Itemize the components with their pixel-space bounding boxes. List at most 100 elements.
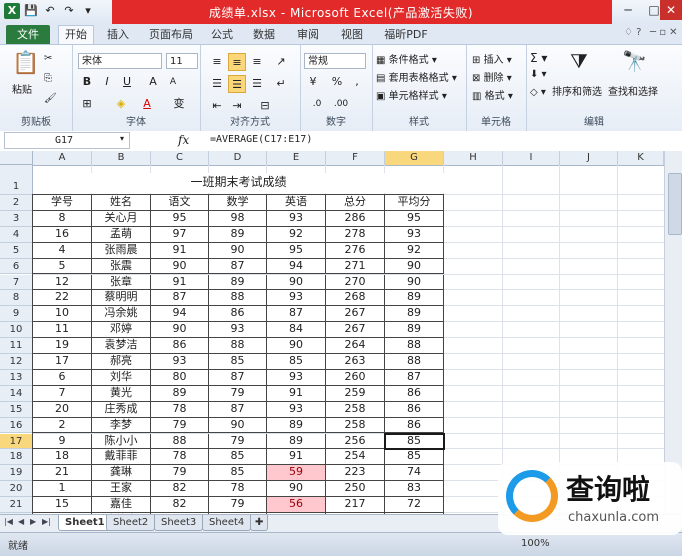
- tab-file[interactable]: 文件: [6, 25, 50, 44]
- column-header[interactable]: K: [618, 151, 664, 165]
- table-cell[interactable]: 85: [209, 354, 267, 370]
- table-cell[interactable]: 78: [209, 481, 267, 498]
- sheet-tab-4[interactable]: Sheet4: [202, 515, 252, 531]
- decrease-decimal-icon[interactable]: .00: [332, 95, 350, 113]
- header-cell[interactable]: 平均分: [385, 195, 444, 211]
- table-cell[interactable]: 88: [385, 354, 444, 370]
- tab-review[interactable]: 审阅: [290, 26, 326, 44]
- number-format-combo[interactable]: 常规: [304, 53, 366, 69]
- table-cell[interactable]: 271: [326, 258, 385, 275]
- table-cell[interactable]: 82: [151, 497, 209, 513]
- table-cell[interactable]: 90: [209, 417, 267, 434]
- table-cell[interactable]: 10: [33, 306, 92, 323]
- table-cell[interactable]: 264: [326, 338, 385, 354]
- table-cell[interactable]: 15: [33, 497, 92, 513]
- table-cell[interactable]: 89: [385, 322, 444, 339]
- clear-icon[interactable]: ◇ ▾: [530, 87, 546, 98]
- row-header[interactable]: 15: [0, 401, 33, 418]
- table-cell[interactable]: 98: [209, 210, 267, 227]
- table-cell[interactable]: 冯余姚: [92, 306, 151, 323]
- table-cell[interactable]: 93: [267, 401, 326, 418]
- table-cell[interactable]: 6: [33, 369, 92, 386]
- table-cell[interactable]: 张章: [92, 274, 151, 291]
- column-header[interactable]: D: [209, 151, 267, 165]
- table-cell[interactable]: 93: [267, 210, 326, 227]
- table-cell[interactable]: 86: [385, 417, 444, 434]
- table-cell[interactable]: 87: [385, 369, 444, 386]
- table-cell[interactable]: 86: [209, 306, 267, 323]
- name-box-dropdown-icon[interactable]: ▾: [120, 134, 124, 143]
- header-cell[interactable]: 总分: [326, 195, 385, 211]
- table-cell[interactable]: 78: [151, 401, 209, 418]
- tab-page-layout[interactable]: 页面布局: [143, 26, 199, 44]
- table-cell[interactable]: 88: [209, 338, 267, 354]
- table-cell[interactable]: 89: [151, 385, 209, 402]
- row-header[interactable]: 6: [0, 258, 33, 275]
- table-cell[interactable]: 陈小小: [92, 433, 151, 450]
- table-cell[interactable]: 92: [385, 242, 444, 259]
- table-cell[interactable]: 87: [209, 401, 267, 418]
- table-cell[interactable]: 95: [385, 210, 444, 227]
- table-cell[interactable]: 90: [267, 338, 326, 354]
- row-header[interactable]: 18: [0, 449, 33, 466]
- table-cell[interactable]: 286: [326, 210, 385, 227]
- fill-color-icon[interactable]: ◈: [112, 95, 130, 113]
- table-cell[interactable]: 223: [326, 465, 385, 482]
- table-cell[interactable]: 89: [209, 274, 267, 291]
- table-cell[interactable]: 蔡明明: [92, 290, 151, 307]
- table-cell[interactable]: 89: [267, 433, 326, 450]
- table-cell[interactable]: 8: [33, 210, 92, 227]
- column-header[interactable]: I: [503, 151, 560, 165]
- paste-button[interactable]: 粘贴: [12, 81, 32, 96]
- table-cell[interactable]: 庄秀成: [92, 401, 151, 418]
- bold-button[interactable]: B: [78, 73, 96, 91]
- row-header[interactable]: 19: [0, 465, 33, 482]
- table-cell[interactable]: 72: [385, 497, 444, 513]
- select-all-corner[interactable]: [0, 151, 33, 165]
- table-cell[interactable]: 91: [151, 274, 209, 291]
- table-cell[interactable]: 94: [151, 306, 209, 323]
- tab-insert[interactable]: 插入: [100, 26, 136, 44]
- paste-icon[interactable]: 📋: [12, 51, 39, 76]
- row-header[interactable]: 21: [0, 497, 33, 513]
- table-cell[interactable]: 90: [209, 242, 267, 259]
- underline-button[interactable]: U: [118, 73, 136, 91]
- currency-icon[interactable]: ¥: [304, 73, 322, 91]
- copy-icon[interactable]: ⎘: [44, 73, 52, 84]
- table-cell[interactable]: 关心月: [92, 210, 151, 227]
- table-cell[interactable]: 79: [209, 385, 267, 402]
- orientation-icon[interactable]: ↗: [272, 53, 290, 71]
- zoom-level[interactable]: 100%: [521, 538, 550, 549]
- table-cell[interactable]: 91: [267, 449, 326, 466]
- cut-icon[interactable]: ✂: [44, 53, 52, 64]
- tab-foxit-pdf[interactable]: 福昕PDF: [378, 26, 434, 44]
- row-header[interactable]: 2: [0, 195, 33, 211]
- table-cell[interactable]: 87: [151, 290, 209, 307]
- table-cell[interactable]: 刘华: [92, 369, 151, 386]
- align-bottom-icon[interactable]: ≡: [248, 53, 266, 71]
- help-icon[interactable]: ♢ ?: [624, 27, 641, 38]
- table-cell[interactable]: 86: [385, 401, 444, 418]
- row-header[interactable]: 16: [0, 417, 33, 434]
- row-header[interactable]: 14: [0, 385, 33, 402]
- tab-view[interactable]: 视图: [334, 26, 370, 44]
- table-cell[interactable]: 95: [151, 210, 209, 227]
- table-cell[interactable]: 91: [151, 242, 209, 259]
- insert-sheet-icon[interactable]: ✚: [250, 515, 269, 531]
- row-header[interactable]: 1: [0, 165, 33, 195]
- column-header[interactable]: G: [385, 151, 444, 165]
- cell-styles-button[interactable]: ▣ 单元格样式 ▾: [376, 87, 447, 102]
- table-cell[interactable]: 戴菲菲: [92, 449, 151, 466]
- table-cell[interactable]: 258: [326, 401, 385, 418]
- italic-button[interactable]: I: [98, 73, 116, 91]
- table-cell[interactable]: 李梦: [92, 417, 151, 434]
- insert-button[interactable]: ⊞ 插入 ▾: [472, 51, 512, 66]
- cond-format-button[interactable]: ▦ 条件格式 ▾: [376, 51, 437, 66]
- table-cell[interactable]: 258: [326, 417, 385, 434]
- table-cell[interactable]: 270: [326, 274, 385, 291]
- table-cell[interactable]: 80: [151, 369, 209, 386]
- last-sheet-icon[interactable]: ▶|: [42, 517, 51, 526]
- table-cell[interactable]: 16: [33, 226, 92, 243]
- table-cell[interactable]: 89: [385, 306, 444, 323]
- table-cell[interactable]: 20: [33, 401, 92, 418]
